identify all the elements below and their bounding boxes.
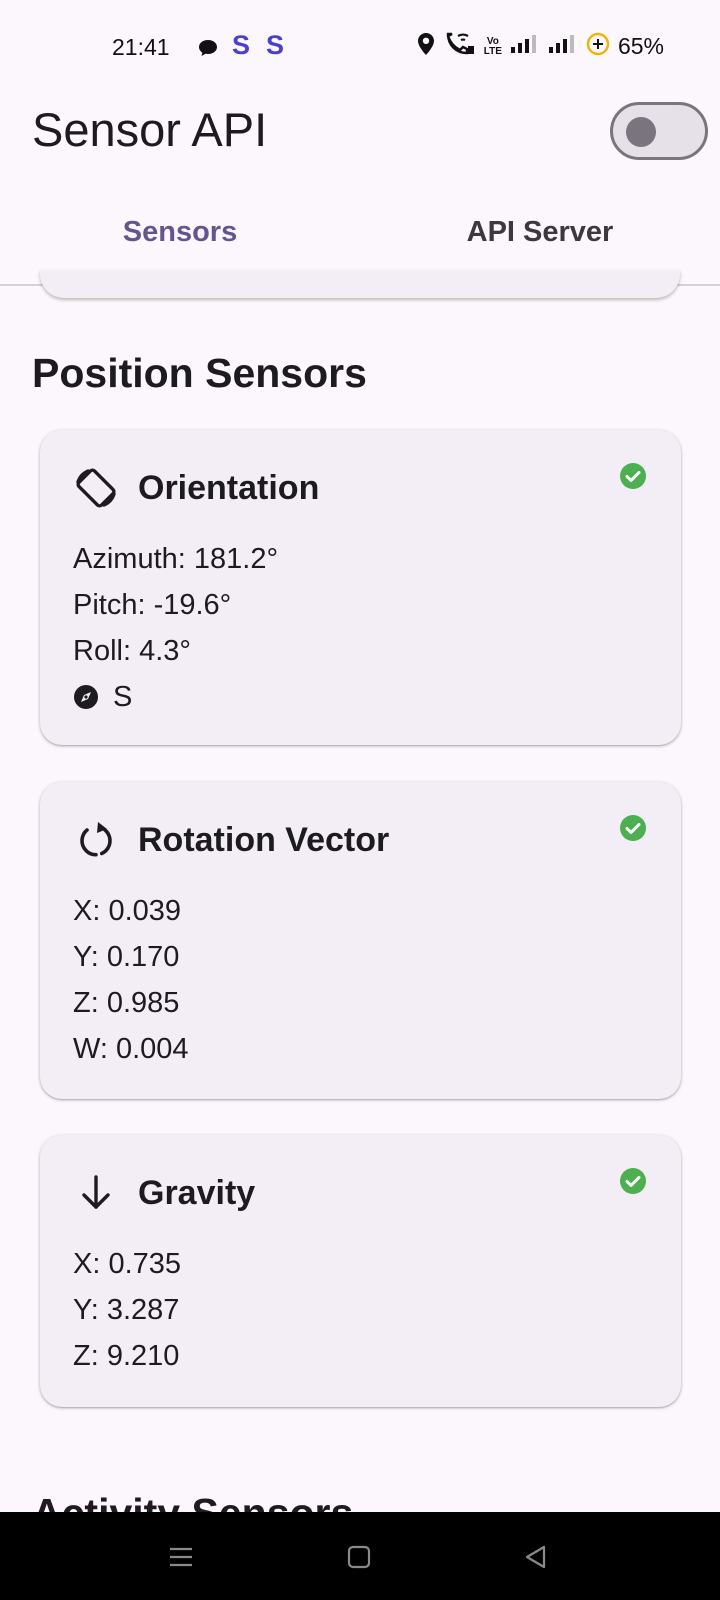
system-nav-bar (0, 1512, 720, 1600)
x-value: X: 0.735 (73, 1248, 182, 1280)
screen-rotation-icon (72, 464, 120, 512)
s-app-icon: S (266, 30, 285, 60)
z-value: Z: 9.210 (73, 1340, 180, 1372)
home-button[interactable] (334, 1532, 384, 1582)
status-time: 21:41 (112, 34, 170, 60)
card-title: Rotation Vector (138, 820, 390, 859)
w-value: W: 0.004 (73, 1033, 189, 1065)
signal-icon (510, 34, 540, 59)
chat-icon (198, 38, 218, 63)
check-circle-icon (619, 1167, 647, 1195)
sensor-card-rotation-vector: Rotation Vector X: 0.039 Y: 0.170 Z: 0.9… (40, 782, 681, 1099)
pitch-value: Pitch: -19.6° (73, 589, 232, 621)
tab-sensors[interactable]: Sensors (0, 216, 360, 249)
card-title: Orientation (138, 468, 320, 507)
location-icon (416, 32, 436, 61)
wifi-call-icon (444, 32, 476, 61)
server-toggle-switch[interactable] (610, 102, 708, 160)
direction-row: S (73, 674, 278, 720)
square-icon (347, 1545, 371, 1569)
sensor-card-orientation: Orientation Azimuth: 181.2° Pitch: -19.6… (40, 430, 681, 745)
z-value: Z: 0.985 (73, 987, 180, 1019)
previous-card (40, 270, 680, 298)
signal-icon (548, 34, 578, 59)
back-button[interactable] (511, 1532, 561, 1582)
volte-icon: Vo LTE (483, 35, 502, 57)
azimuth-value: Azimuth: 181.2° (73, 543, 279, 575)
status-bar: 21:41 S S Vo LTE 65% (0, 0, 720, 96)
x-value: X: 0.039 (73, 895, 182, 927)
sensor-card-gravity: Gravity X: 0.735 Y: 3.287 Z: 9.210 (40, 1135, 681, 1407)
section-title-position-sensors: Position Sensors (32, 350, 367, 396)
app-title: Sensor API (32, 103, 268, 156)
toggle-knob (626, 117, 656, 147)
compass-icon (74, 685, 98, 709)
check-circle-icon (619, 814, 647, 842)
battery-saver-icon (586, 32, 610, 61)
back-triangle-icon (525, 1545, 546, 1569)
y-value: Y: 0.170 (73, 941, 180, 973)
s-app-icon: S (232, 30, 251, 60)
battery-level: 65% (617, 33, 664, 59)
check-circle-icon (619, 462, 647, 490)
arrow-down-icon (72, 1169, 120, 1217)
tab-api-server[interactable]: API Server (360, 216, 720, 249)
rotate-icon (72, 816, 120, 864)
y-value: Y: 3.287 (73, 1294, 180, 1326)
card-title: Gravity (138, 1173, 256, 1212)
recents-button[interactable] (156, 1532, 206, 1582)
roll-value: Roll: 4.3° (73, 635, 191, 667)
menu-icon (170, 1547, 192, 1567)
direction-value: S (113, 681, 133, 713)
